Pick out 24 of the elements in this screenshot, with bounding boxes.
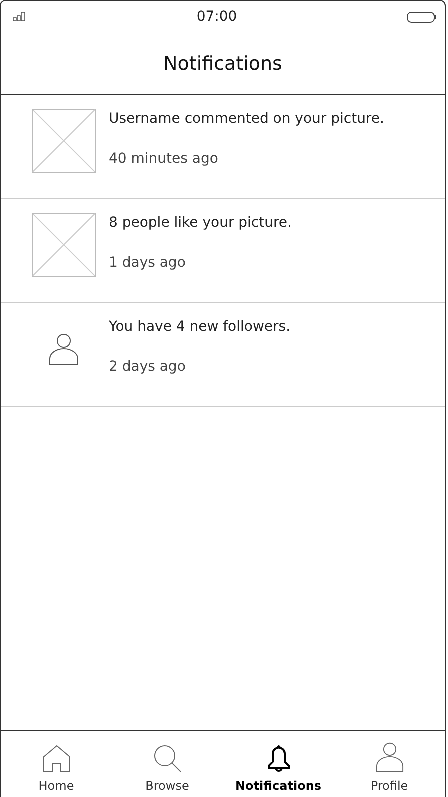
notification-time: 1 days ago — [109, 255, 187, 271]
tab-bar-item[interactable]: Notifications — [223, 731, 334, 797]
status-time: 07:00 — [196, 9, 238, 25]
notification-row[interactable]: 8 people like your picture. 1 days ago — [1, 199, 445, 303]
notification-time: 40 minutes ago — [109, 151, 220, 167]
image-placeholder-icon — [32, 109, 96, 173]
notification-message: You have 4 new followers. — [109, 319, 291, 335]
notification-time: 2 days ago — [109, 359, 187, 375]
tab-bar-item[interactable]: Browse — [112, 731, 223, 797]
tab-bar-item[interactable]: Home — [1, 731, 112, 797]
notification-row[interactable]: Username commented on your picture. 40 minutes ago — [1, 95, 445, 199]
image-placeholder-icon — [32, 213, 96, 277]
profile-icon — [376, 742, 404, 773]
bell-icon — [266, 745, 290, 773]
page-title: Notifications — [164, 52, 282, 74]
tab-bar-item[interactable]: Profile — [334, 731, 445, 797]
notification-message: 8 people like your picture. — [109, 215, 292, 231]
search-icon — [154, 745, 182, 773]
person-icon — [49, 332, 79, 366]
signal-icon — [13, 12, 27, 22]
battery-icon — [406, 12, 437, 22]
notification-message: Username commented on your picture. — [109, 111, 384, 127]
home-icon — [42, 745, 70, 773]
notification-row[interactable]: You have 4 new followers. 2 days ago — [1, 303, 445, 407]
